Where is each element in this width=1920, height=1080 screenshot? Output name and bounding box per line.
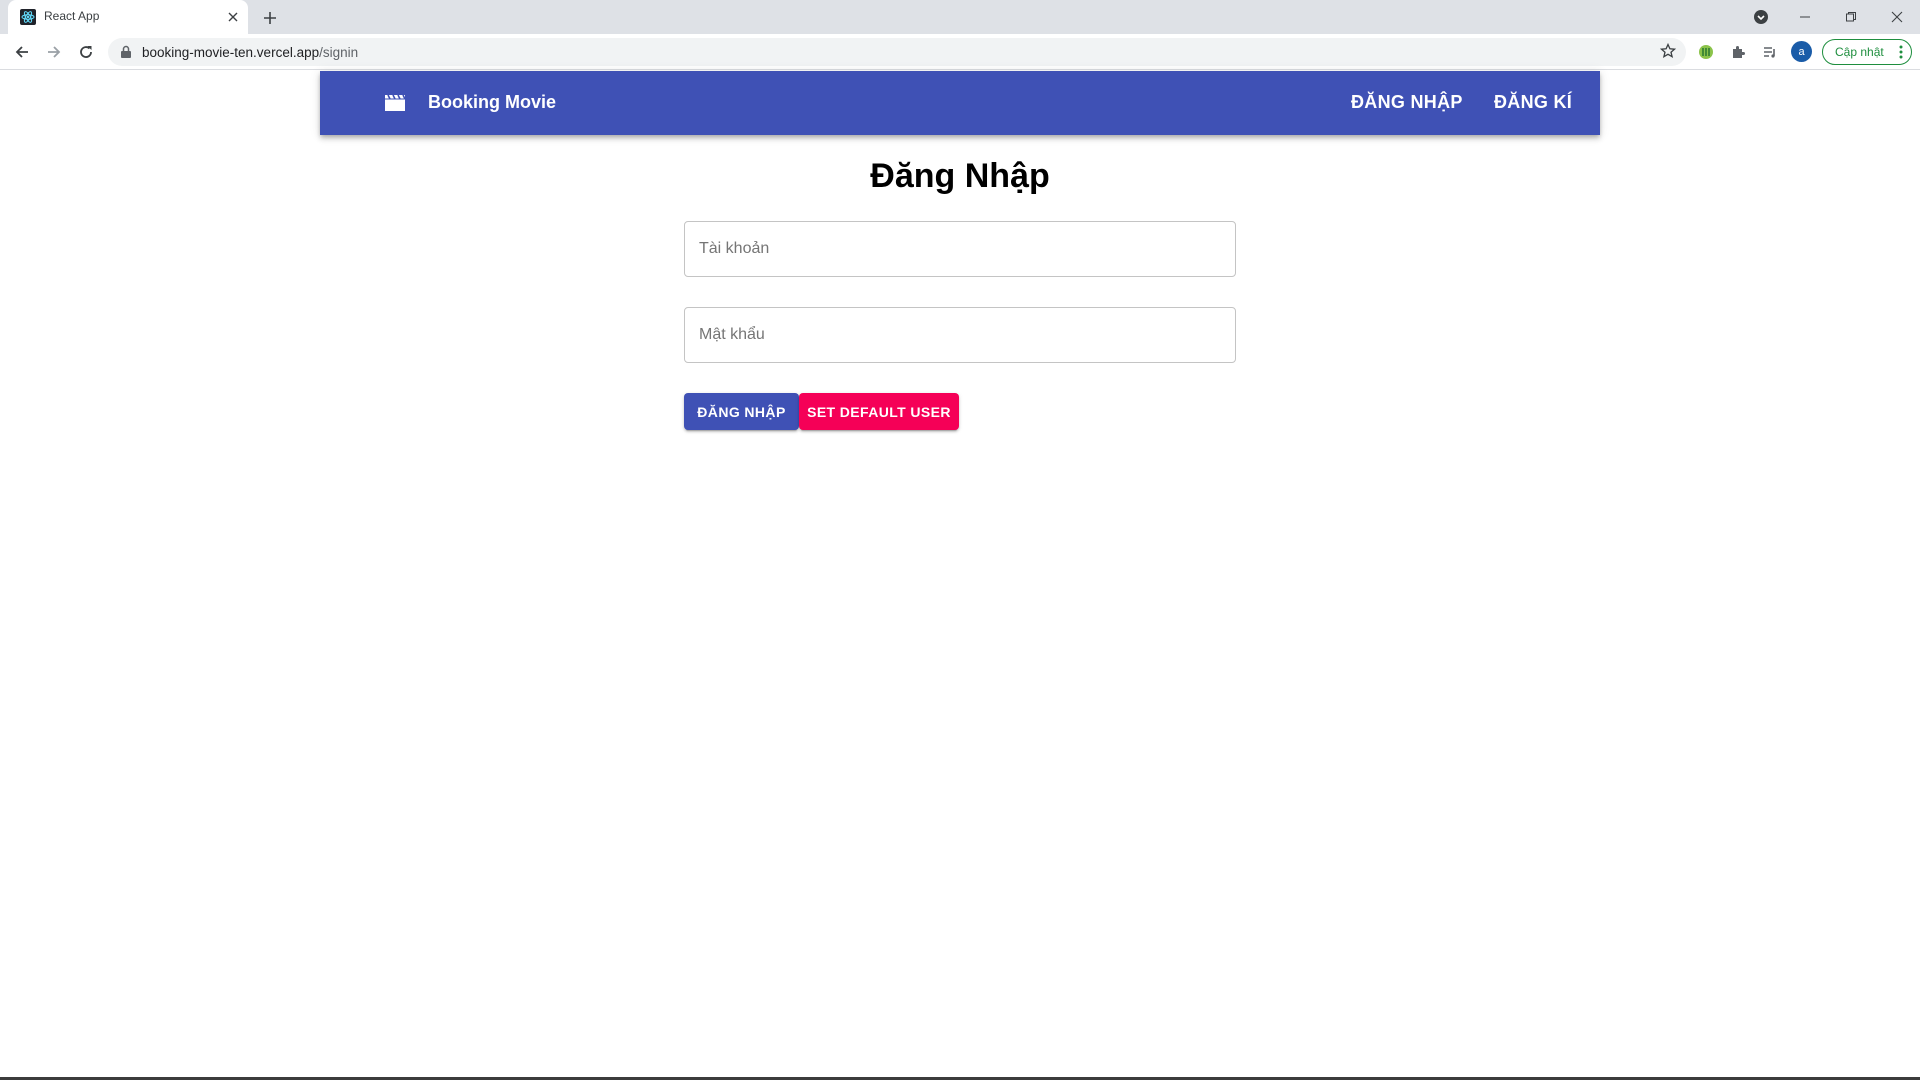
url-host: booking-movie-ten.vercel.app [142,45,320,60]
react-logo-icon [20,9,36,25]
extension-icon[interactable] [1693,39,1719,65]
update-button[interactable]: Cập nhật [1822,39,1912,65]
update-label: Cập nhật [1835,45,1884,59]
browser-tabstrip: React App [0,0,1920,34]
movie-clapper-icon [384,91,406,113]
address-bar[interactable]: booking-movie-ten.vercel.app/signin [108,38,1686,66]
restore-icon[interactable] [1828,0,1874,34]
arrow-right-icon[interactable] [40,38,68,66]
nav-signin-link[interactable]: ĐĂNG NHẬP [1351,92,1463,113]
plus-icon[interactable] [258,6,282,30]
password-field[interactable] [684,307,1236,363]
page-title: Đăng Nhập [870,157,1050,195]
arrow-left-icon[interactable] [8,38,36,66]
puzzle-icon[interactable] [1725,39,1751,65]
reload-icon[interactable] [72,38,100,66]
more-vert-icon [1899,45,1903,62]
nav-signup-link[interactable]: ĐĂNG KÍ [1494,92,1572,113]
window-close-icon[interactable] [1874,0,1920,34]
url-path: /signin [319,45,359,60]
username-field[interactable] [684,221,1236,277]
brand-title[interactable]: Booking Movie [428,92,556,113]
tab-search-icon[interactable] [1738,0,1784,34]
url-text: booking-movie-ten.vercel.app/signin [142,45,358,60]
profile-avatar[interactable]: a [1791,41,1812,62]
minimize-icon[interactable] [1782,0,1828,34]
tab-title: React App [44,9,100,23]
set-default-user-button[interactable]: SET DEFAULT USER [799,393,959,430]
star-icon[interactable] [1659,42,1677,64]
lock-icon[interactable] [120,45,132,64]
close-icon[interactable] [224,8,242,26]
browser-tab[interactable]: React App [8,0,248,34]
signin-button[interactable]: ĐĂNG NHẬP [684,393,799,430]
app-bar: Booking Movie ĐĂNG NHẬP ĐĂNG KÍ [320,71,1600,135]
media-queue-icon[interactable] [1757,39,1783,65]
browser-toolbar: booking-movie-ten.vercel.app/signin [0,34,1920,70]
